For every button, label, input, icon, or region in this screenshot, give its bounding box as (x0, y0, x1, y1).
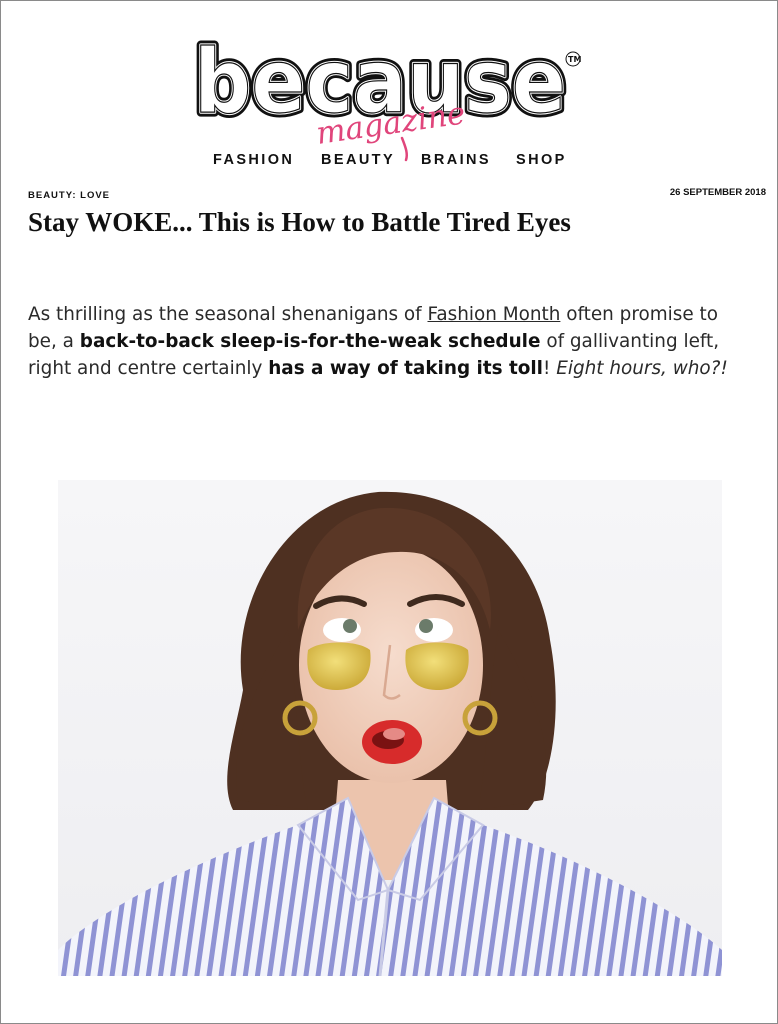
article-date: 26 SEPTEMBER 2018 (669, 187, 766, 198)
intro-bold-2: has a way of taking its toll (268, 358, 543, 379)
intro-text-1: As thrilling as the seasonal shenanigans… (28, 304, 428, 325)
intro-text-4: ! (543, 358, 557, 379)
nav-shop[interactable]: SHOP (516, 152, 567, 168)
intro-bold-1: back-to-back sleep-is-for-the-weak sched… (79, 331, 541, 352)
right-gold-eye-patch (405, 642, 469, 690)
article-category[interactable]: BEAUTY: LOVE (28, 190, 110, 201)
right-iris (419, 619, 433, 633)
fashion-month-link[interactable]: Fashion Month (428, 304, 561, 325)
main-nav: FASHION BEAUTY BRAINS SHOP (0, 152, 778, 172)
nav-beauty[interactable]: BEAUTY (321, 152, 395, 168)
article-intro: As thrilling as the seasonal shenanigans… (28, 301, 738, 382)
hero-image (58, 480, 722, 976)
article-title: Stay WOKE... This is How to Battle Tired… (28, 207, 571, 237)
intro-italic: Eight hours, who?! (556, 358, 728, 379)
tongue (383, 728, 405, 740)
nav-fashion[interactable]: FASHION (213, 152, 294, 168)
because-magazine-logo[interactable]: because because because TM magazine (188, 26, 588, 166)
left-iris (343, 619, 357, 633)
nav-brains[interactable]: BRAINS (421, 152, 491, 168)
